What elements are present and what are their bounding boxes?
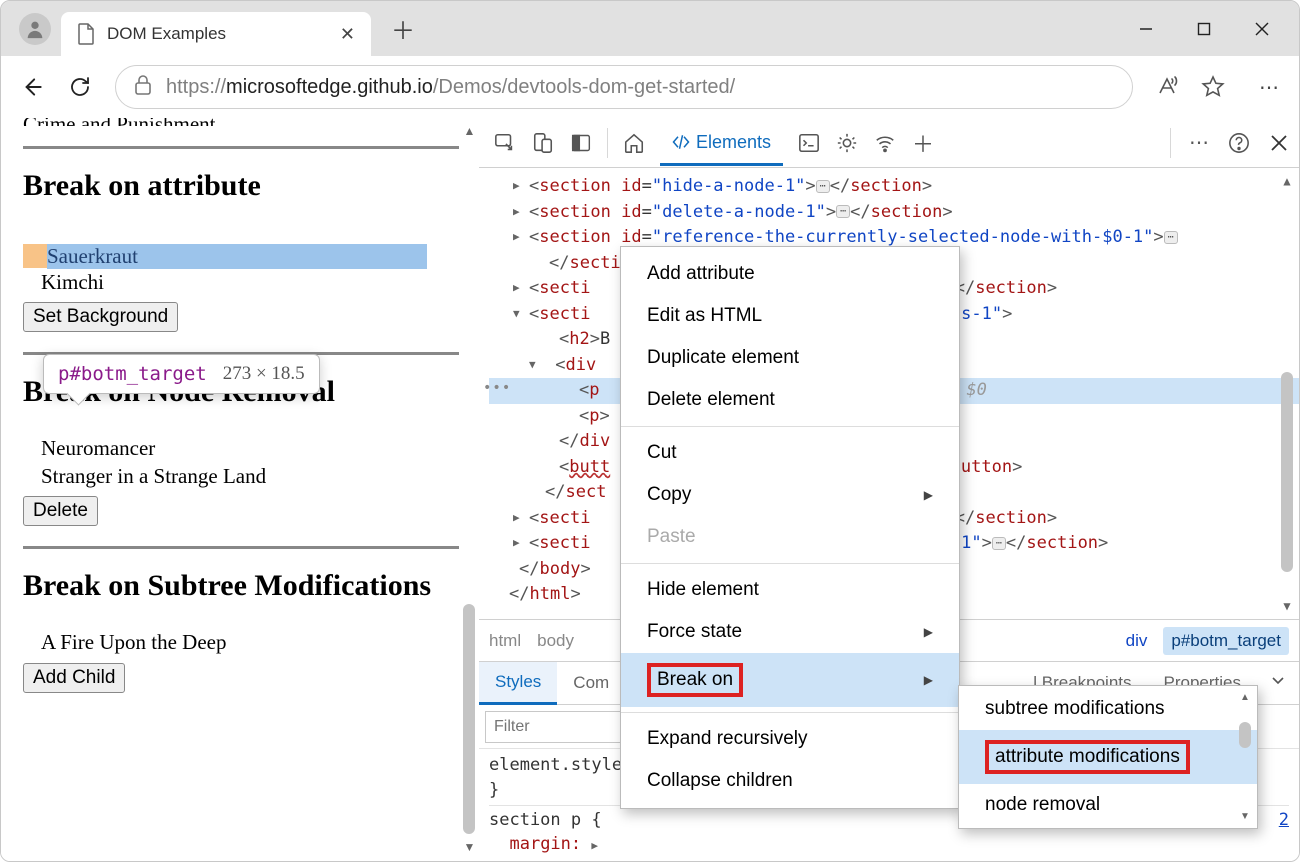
ctx-add-attribute[interactable]: Add attribute [621, 253, 959, 295]
highlighted-element[interactable]: Sauerkraut [23, 244, 459, 269]
highlighted-text: Sauerkraut [47, 244, 427, 269]
scroll-thumb[interactable] [463, 604, 475, 834]
toolbar: https://microsoftedge.github.io/Demos/de… [1, 56, 1299, 118]
set-background-button[interactable]: Set Background [23, 302, 178, 332]
address-bar[interactable]: https://microsoftedge.github.io/Demos/de… [115, 65, 1133, 109]
favorite-icon[interactable] [1201, 75, 1225, 99]
inspect-icon[interactable] [493, 131, 517, 155]
ctx-break-on[interactable]: Break on▶ [621, 653, 959, 707]
ctx-delete[interactable]: Delete element [621, 379, 959, 421]
submenu-scrollbar[interactable]: ▲▼ [1239, 692, 1251, 822]
close-window-button[interactable] [1233, 6, 1291, 52]
delete-button[interactable]: Delete [23, 496, 98, 526]
url-text: https://microsoftedge.github.io/Demos/de… [166, 76, 735, 99]
styles-tab[interactable]: Styles [479, 662, 557, 705]
crumb-div[interactable]: div [1126, 631, 1148, 651]
tooltip-selector: p#botm_target [58, 363, 207, 385]
list-item: Kimchi [23, 269, 459, 296]
tooltip-dimensions: 273 × 18.5 [223, 363, 305, 385]
ctx-edit-html[interactable]: Edit as HTML [621, 295, 959, 337]
expand-icon[interactable]: ▶ [513, 229, 520, 246]
read-aloud-icon[interactable] [1155, 75, 1179, 99]
ctx-hide[interactable]: Hide element [621, 569, 959, 611]
expand-icon[interactable]: ▶ [513, 510, 520, 527]
more-tabs-icon[interactable]: ＋ [911, 131, 935, 155]
break-on-submenu: subtree modifications attribute modifica… [958, 685, 1258, 829]
ctx-collapse[interactable]: Collapse children [621, 760, 959, 802]
window-controls [1117, 1, 1291, 56]
ctx-paste: Paste [621, 516, 959, 558]
sources-icon[interactable] [835, 131, 859, 155]
chevron-right-icon: ▶ [924, 488, 933, 502]
welcome-icon[interactable] [622, 131, 646, 155]
lock-icon [134, 75, 152, 100]
list-item: Stranger in a Strange Land [23, 463, 459, 490]
network-icon[interactable] [873, 131, 897, 155]
ctx-expand[interactable]: Expand recursively [621, 718, 959, 760]
crumb-target[interactable]: p#botm_target [1163, 627, 1289, 655]
crumb-html[interactable]: html [489, 631, 521, 651]
ctx-cut[interactable]: Cut [621, 432, 959, 474]
chevron-right-icon: ▶ [924, 673, 933, 687]
devtools-toolbar: Elements ＋ ⋯ [479, 118, 1299, 168]
element-tooltip: p#botm_target 273 × 18.5 [43, 354, 320, 394]
expand-icon[interactable]: ▶ [513, 204, 520, 221]
sub-subtree[interactable]: subtree modifications [959, 688, 1257, 730]
minimize-button[interactable] [1117, 6, 1175, 52]
clipped-text: Crime and Punishment [23, 118, 459, 126]
add-child-button[interactable]: Add Child [23, 663, 125, 693]
section-heading-subtree: Break on Subtree Modifications [23, 569, 459, 604]
expand-icon[interactable]: ▶ [513, 280, 520, 297]
scroll-up-icon[interactable]: ▲ [462, 124, 477, 139]
list-item: A Fire Upon the Deep [23, 629, 459, 656]
expand-icon[interactable]: ▶ [513, 535, 520, 552]
console-icon[interactable] [797, 131, 821, 155]
section-heading-attr: Break on attribute [23, 169, 459, 204]
elements-tab[interactable]: Elements [660, 120, 783, 166]
browser-tab[interactable]: DOM Examples ✕ [61, 12, 371, 56]
page-viewport: Crime and Punishment Break on attribute … [1, 118, 479, 861]
margin-overlay [23, 244, 47, 268]
profile-avatar[interactable] [19, 13, 51, 45]
chevron-right-icon: ▶ [924, 625, 933, 639]
titlebar: DOM Examples ✕ ＋ [1, 1, 1299, 56]
tab-close-icon[interactable]: ✕ [340, 24, 355, 45]
ctx-duplicate[interactable]: Duplicate element [621, 337, 959, 379]
devtools-scrollbar[interactable]: ▲▼ [1279, 172, 1295, 615]
collapse-icon[interactable]: ▼ [513, 306, 520, 323]
device-icon[interactable] [531, 131, 555, 155]
settings-menu-icon[interactable]: ⋯ [1257, 75, 1281, 99]
sub-node-removal[interactable]: node removal [959, 784, 1257, 826]
maximize-button[interactable] [1175, 6, 1233, 52]
dock-icon[interactable] [569, 131, 593, 155]
scroll-down-icon[interactable]: ▼ [462, 840, 477, 855]
sub-attribute[interactable]: attribute modifications [959, 730, 1257, 784]
list-item: Neuromancer [23, 435, 459, 462]
refresh-button[interactable] [67, 74, 93, 100]
tab-title: DOM Examples [107, 24, 328, 44]
crumb-body[interactable]: body [537, 631, 574, 651]
ctx-copy[interactable]: Copy▶ [621, 474, 959, 516]
page-scrollbar[interactable]: ▲ ▼ [462, 124, 477, 855]
more-tools-icon[interactable]: ⋯ [1187, 131, 1211, 155]
expand-icon[interactable]: ▶ [513, 178, 520, 195]
collapse-icon[interactable]: ▼ [529, 357, 536, 374]
help-icon[interactable] [1227, 131, 1251, 155]
new-tab-button[interactable]: ＋ [391, 11, 415, 46]
context-menu: Add attribute Edit as HTML Duplicate ele… [620, 246, 960, 809]
back-button[interactable] [19, 74, 45, 100]
ctx-force-state[interactable]: Force state▶ [621, 611, 959, 653]
chevron-down-icon[interactable] [1257, 673, 1299, 693]
computed-tab[interactable]: Com [557, 663, 625, 703]
close-devtools-icon[interactable] [1267, 131, 1291, 155]
page-icon [77, 23, 95, 45]
